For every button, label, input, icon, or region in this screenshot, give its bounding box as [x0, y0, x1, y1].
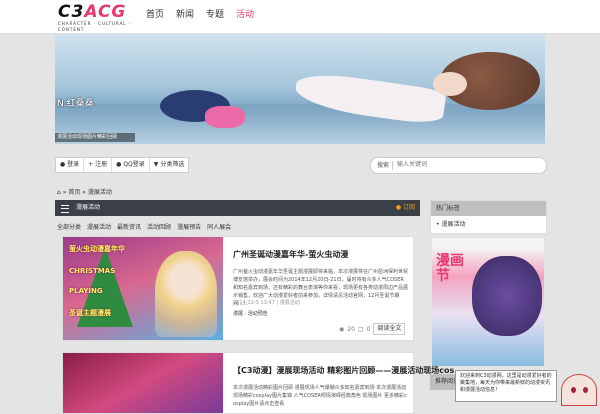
- sidebar-link-label: 漫展活动: [441, 221, 466, 228]
- logo-main: C3: [58, 2, 85, 22]
- register-button[interactable]: + 注册: [84, 158, 113, 172]
- nav-item-events[interactable]: 活动: [230, 0, 260, 33]
- nav-item-home[interactable]: 首页: [140, 0, 170, 33]
- anime-girl-graphic: [155, 251, 217, 337]
- comment-count: 0: [366, 325, 371, 333]
- post-card: 【C3动漫】漫展现场活动 精彩图片回顾——漫展活动现场cos 本次漫展活动精彩图…: [62, 352, 454, 414]
- mascot-eye: [583, 387, 588, 393]
- category-subnav: 全部分类 漫展活动 最新资讯 活动回顾 漫展预告 同人展会: [57, 222, 231, 231]
- main-nav: 首页 新闻 专题 活动: [140, 0, 260, 33]
- sidebar-poster[interactable]: 漫画节: [432, 238, 544, 366]
- subnav-item[interactable]: 活动回顾: [147, 222, 171, 231]
- post-meta: 2014-12-5 13:47 | 漫展活动: [233, 300, 300, 306]
- post-card: 萤火虫动漫嘉年华 CHRISTMAS PLAYING 圣诞主题漫展 广州圣诞动漫…: [62, 236, 414, 341]
- sidebar-widget-title: 热门标签: [431, 201, 546, 216]
- mascot-icon[interactable]: [561, 374, 597, 406]
- subnav-item[interactable]: 最新资讯: [117, 222, 141, 231]
- post-title[interactable]: 【C3动漫】漫展现场活动 精彩图片回顾——漫展活动现场cos: [233, 365, 454, 376]
- qq-icon: ●: [116, 161, 122, 168]
- nav-item-news[interactable]: 新闻: [170, 0, 200, 33]
- mascot-speech-bubble[interactable]: 欢迎来到C3动漫网，这里是动漫爱好者的聚集地，每天为你带来最新鲜的动漫资讯和漫展…: [455, 370, 557, 402]
- post-thumbnail[interactable]: 萤火虫动漫嘉年华 CHRISTMAS PLAYING 圣诞主题漫展: [63, 237, 223, 340]
- nav-item-topics[interactable]: 专题: [200, 0, 230, 33]
- poster-title: 漫画节: [436, 253, 464, 284]
- sidebar-widget: 热门标签 • 漫展活动: [430, 200, 547, 234]
- breadcrumb-current: 漫展活动: [87, 189, 112, 196]
- subnav-item[interactable]: 漫展活动: [87, 222, 111, 231]
- thumbnail-text: 圣诞主题漫展: [69, 309, 111, 317]
- comment-icon: □: [357, 325, 364, 333]
- qq-login-label: QQ登录: [123, 161, 145, 168]
- views-icon: ◉: [339, 325, 345, 333]
- login-button[interactable]: ● 登录: [56, 158, 85, 172]
- rss-link[interactable]: ● 订阅: [396, 200, 415, 216]
- subnav-item[interactable]: 漫展预告: [177, 222, 201, 231]
- subnav-item[interactable]: 全部分类: [57, 222, 81, 231]
- hero-banner[interactable]: N.红桑桑 漫展活动现场图片精彩回顾: [55, 34, 545, 144]
- top-bar: C3ACG CHARACTER · CULTURAL · CONTENT 首页 …: [0, 0, 600, 34]
- post-category[interactable]: 漫展活动: [280, 300, 300, 306]
- sidebar-link[interactable]: • 漫展活动: [431, 216, 546, 231]
- user-icon: ●: [60, 161, 66, 168]
- read-more-button[interactable]: 阅读全文: [373, 323, 406, 335]
- login-label: 登录: [67, 161, 80, 168]
- rss-icon: ●: [395, 204, 402, 211]
- banner-bow: [205, 106, 245, 128]
- register-label: 注册: [95, 161, 108, 168]
- view-count: 20: [347, 325, 355, 333]
- search-label[interactable]: 搜索: [377, 158, 389, 173]
- banner-figure-face: [433, 72, 467, 96]
- post-tags[interactable]: 漫展 · 活动预告: [233, 310, 268, 317]
- thumbnail-text: PLAYING: [69, 287, 103, 295]
- menu-icon: [61, 205, 69, 213]
- logo-accent: ACG: [84, 2, 127, 22]
- post-title[interactable]: 广州圣诞动漫嘉年华-萤火虫动漫: [233, 249, 348, 260]
- thumbnail-text: 萤火虫动漫嘉年华: [69, 245, 125, 253]
- section-header: 漫展活动 ● 订阅: [55, 200, 420, 216]
- search-input[interactable]: [397, 159, 537, 171]
- search-box: 搜索: [370, 157, 547, 174]
- home-icon[interactable]: ⌂: [57, 189, 61, 196]
- breadcrumb: ⌂ » 首页 » 漫展活动: [57, 189, 112, 196]
- rss-label: 订阅: [402, 204, 415, 211]
- post-date: 2014-12-5 13:47: [233, 300, 275, 306]
- post-stats: ◉ 20 □ 0 阅读全文: [339, 323, 406, 335]
- filter-label: 分类筛选: [160, 161, 185, 168]
- banner-strip[interactable]: 漫展活动现场图片精彩回顾: [55, 133, 135, 142]
- user-toolbar: ● 登录 + 注册 ● QQ登录 ▼ 分类筛选: [55, 157, 190, 173]
- qq-login-button[interactable]: ● QQ登录: [112, 158, 150, 172]
- plus-icon: +: [88, 161, 94, 168]
- post-thumbnail[interactable]: [63, 353, 223, 413]
- section-title: 漫展活动: [76, 204, 101, 211]
- banner-caption: N.红桑桑: [57, 99, 94, 109]
- site-logo[interactable]: C3ACG CHARACTER · CULTURAL · CONTENT: [58, 2, 132, 33]
- search-divider: [392, 161, 393, 170]
- filter-button[interactable]: ▼ 分类筛选: [150, 158, 189, 172]
- breadcrumb-home[interactable]: 首页: [68, 189, 80, 196]
- post-excerpt: 本次漫展活动精彩图片回顾 漫展现场人气爆棚众多知名嘉宾到场 本次漫展活动现场精彩…: [233, 385, 407, 407]
- mascot-eye: [571, 387, 576, 393]
- thumbnail-text: CHRISTMAS: [69, 267, 116, 275]
- filter-icon: ▼: [153, 161, 159, 168]
- subnav-item[interactable]: 同人展会: [207, 222, 231, 231]
- poster-figure: [472, 256, 542, 336]
- logo-tagline: CHARACTER · CULTURAL · CONTENT: [58, 21, 132, 32]
